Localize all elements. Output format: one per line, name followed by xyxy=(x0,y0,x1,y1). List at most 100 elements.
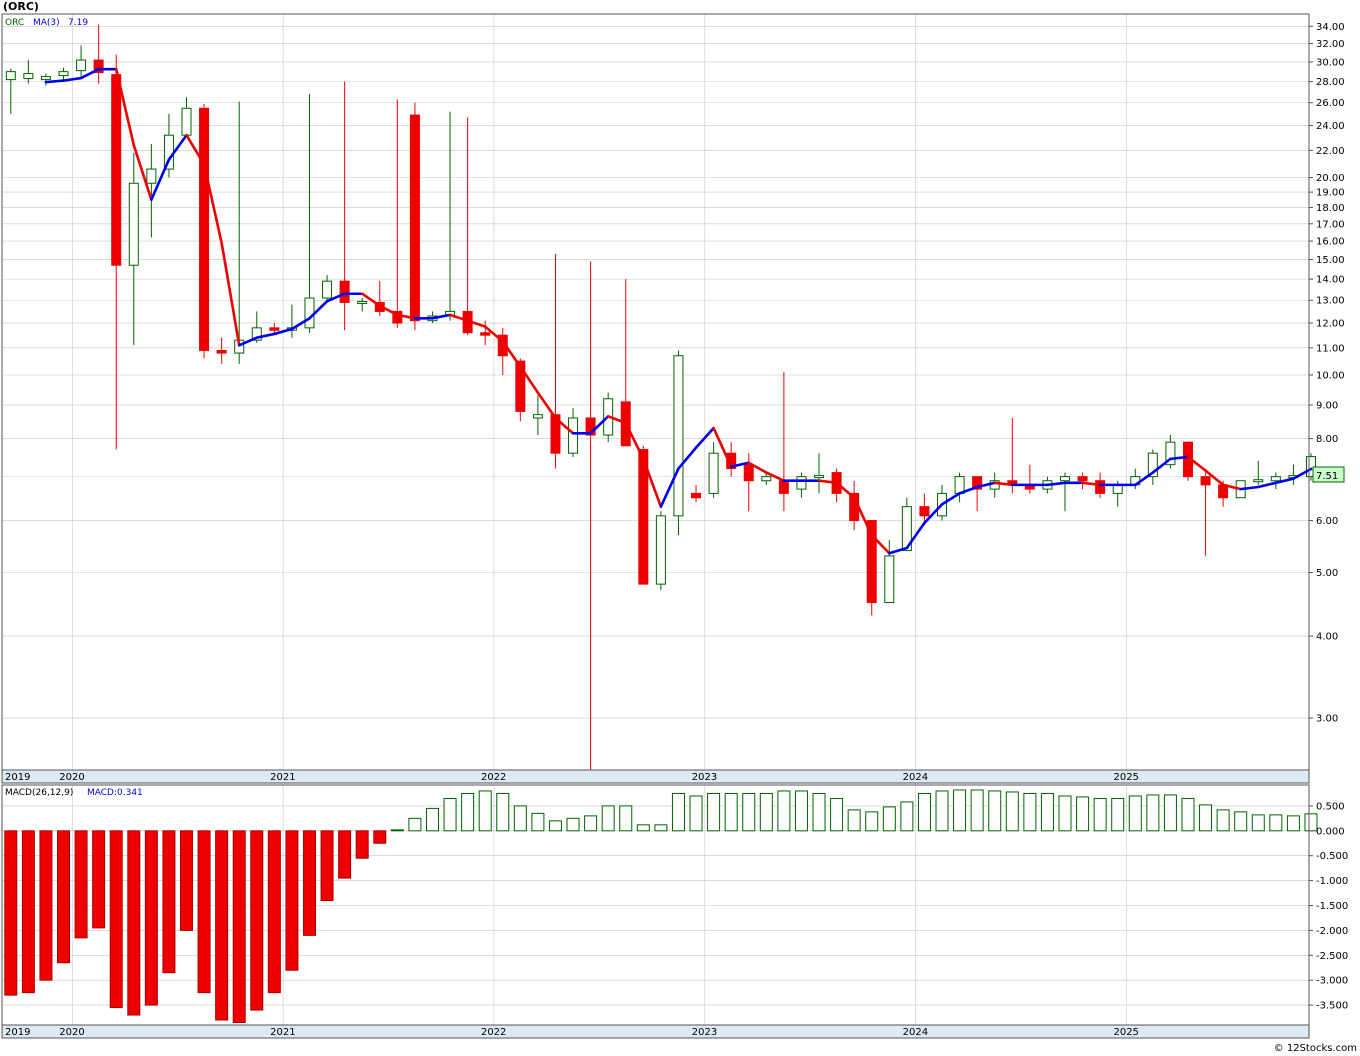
candle-body xyxy=(216,349,227,354)
macd-bar xyxy=(531,812,545,832)
candle-body xyxy=(304,297,315,329)
candle-body xyxy=(673,355,684,517)
macd-bar xyxy=(1146,794,1160,832)
macd-bar xyxy=(443,797,457,832)
macd-bar xyxy=(619,805,633,832)
macd-bar xyxy=(935,790,949,832)
candle-body xyxy=(76,59,87,72)
price-plot-area xyxy=(2,14,1309,770)
macd-bar xyxy=(1251,814,1265,832)
macd-bar xyxy=(109,830,123,1009)
price-y-tick-label: 6.00 xyxy=(1316,516,1338,527)
candle-body xyxy=(1270,476,1281,482)
symbol-title: (ORC) xyxy=(3,0,39,13)
price-y-tick-label: 12.00 xyxy=(1316,319,1345,330)
macd-bar xyxy=(671,792,685,832)
macd-y-tick-label: -2.000 xyxy=(1316,926,1348,937)
macd-bar xyxy=(970,789,984,832)
macd-bar xyxy=(267,830,281,994)
macd-bar xyxy=(92,830,106,929)
candle-body xyxy=(919,506,930,517)
macd-bar xyxy=(707,792,721,832)
macd-legend-value: MACD:0.341 xyxy=(87,788,143,798)
macd-bar xyxy=(566,817,580,832)
candle-body xyxy=(568,417,579,454)
macd-bar xyxy=(636,824,650,832)
price-y-tick-label: 28.00 xyxy=(1316,77,1345,88)
macd-bar xyxy=(408,817,422,832)
candle-body xyxy=(5,71,16,81)
macd-bar xyxy=(1199,804,1213,832)
macd-bar xyxy=(1058,795,1072,832)
macd-bar xyxy=(654,824,668,832)
macd-bar xyxy=(988,790,1002,832)
macd-bar xyxy=(302,830,316,936)
price-y-tick-label: 32.00 xyxy=(1316,39,1345,50)
macd-bar xyxy=(4,830,18,996)
macd-x-tick-label: 2023 xyxy=(692,1027,717,1038)
macd-bar xyxy=(953,789,967,832)
candle-body xyxy=(1200,476,1211,486)
price-panel: 2019 2020 2021 2022 2023 2024 2025 3.00 4.00 5.0… xyxy=(1,0,1345,784)
price-y-tick-label: 24.00 xyxy=(1316,121,1345,132)
macd-y-tick-label: 0.000 xyxy=(1316,826,1345,837)
macd-panel: 2019 2020 2021 2022 2023 2024 2025 0.500 0.000 -… xyxy=(1,784,1348,1039)
last-price-tag: 7.51 xyxy=(1312,466,1345,483)
macd-bar xyxy=(1181,797,1195,832)
price-y-tick-label: 34.00 xyxy=(1316,22,1345,33)
macd-bar xyxy=(373,830,387,844)
macd-bar xyxy=(461,792,475,832)
candle-body xyxy=(128,182,139,266)
macd-bar xyxy=(21,830,35,994)
price-x-tick-label: 2023 xyxy=(692,772,717,783)
ma-segment xyxy=(44,79,65,84)
macd-bar xyxy=(496,792,510,832)
macd-bar xyxy=(1286,815,1300,832)
macd-y-tick-label: -2.500 xyxy=(1316,951,1348,962)
candle-body xyxy=(691,492,702,499)
macd-bar xyxy=(390,829,404,832)
candle-body xyxy=(1095,480,1106,494)
macd-bar xyxy=(127,830,141,1016)
candle-body xyxy=(708,452,719,494)
macd-bar xyxy=(250,830,264,1011)
price-x-tick-label: 2025 xyxy=(1113,772,1138,783)
price-y-tick-label: 8.00 xyxy=(1316,434,1338,445)
macd-x-tick-label: 2025 xyxy=(1113,1027,1138,1038)
macd-bar xyxy=(900,801,914,832)
price-x-tick-label: 2024 xyxy=(903,772,928,783)
macd-bar xyxy=(812,792,826,832)
candle-body xyxy=(23,73,34,80)
macd-x-tick-label: 2020 xyxy=(59,1027,84,1038)
macd-bar xyxy=(1269,814,1283,832)
price-y-tick-label: 30.00 xyxy=(1316,57,1345,68)
macd-bar xyxy=(285,830,299,971)
macd-bar xyxy=(425,807,439,832)
macd-bar xyxy=(724,792,738,832)
candle-body xyxy=(532,414,543,419)
candle-body xyxy=(1060,476,1070,482)
macd-y-tick-label: -1.500 xyxy=(1316,901,1348,912)
price-y-tick-label: 18.00 xyxy=(1316,203,1345,214)
candle-body xyxy=(409,114,420,322)
macd-bar xyxy=(74,830,88,939)
macd-y-tick-label: 0.500 xyxy=(1316,801,1345,812)
macd-bar xyxy=(777,790,791,832)
price-x-tick-label: 2022 xyxy=(481,772,506,783)
candle-body xyxy=(796,476,807,490)
price-y-tick-label: 13.00 xyxy=(1316,296,1345,307)
candle-body xyxy=(269,327,280,331)
price-y-tick-label: 26.00 xyxy=(1316,98,1345,109)
macd-bar xyxy=(355,830,369,859)
macd-bar xyxy=(548,820,562,832)
candle-body xyxy=(814,475,825,479)
candle-body xyxy=(743,464,754,482)
macd-bar xyxy=(1076,796,1090,832)
candle-body xyxy=(199,107,210,351)
price-y-tick-label: 3.00 xyxy=(1316,714,1338,725)
candle-body xyxy=(181,107,192,136)
macd-bar xyxy=(742,792,756,832)
candle-body xyxy=(655,515,666,585)
macd-bar xyxy=(320,830,334,902)
macd-legend-label: MACD(26,12,9) xyxy=(5,788,73,798)
